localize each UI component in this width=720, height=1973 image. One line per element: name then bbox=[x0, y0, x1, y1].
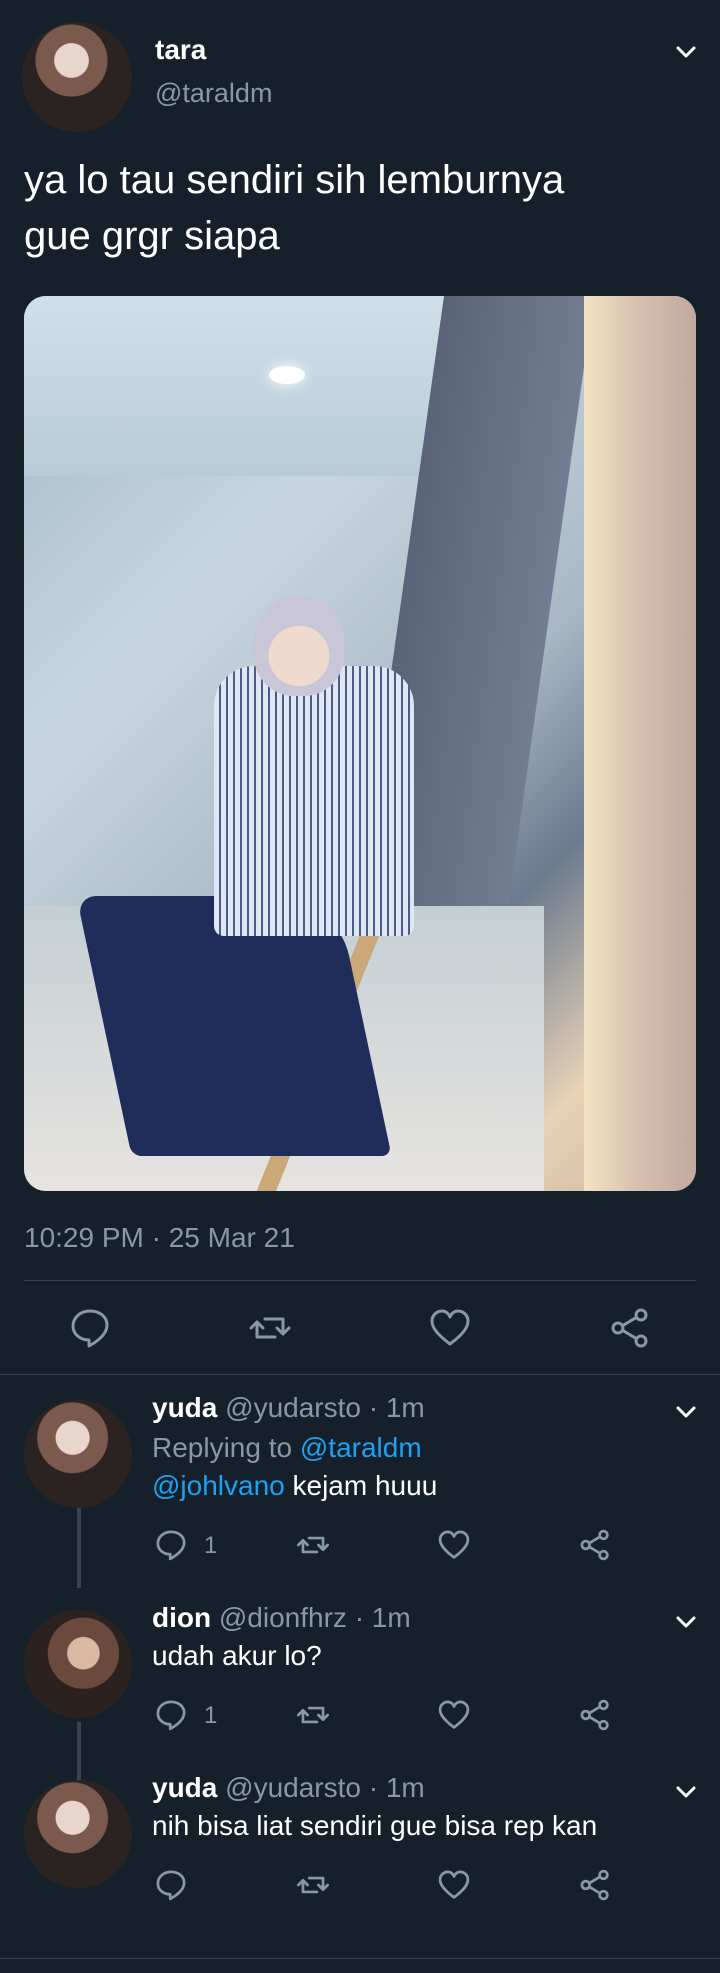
avatar[interactable] bbox=[24, 1400, 132, 1508]
user-handle[interactable]: @taraldm bbox=[155, 78, 272, 109]
tweet-text-line: gue grgr siapa bbox=[24, 214, 280, 258]
chevron-down-icon[interactable] bbox=[672, 1398, 700, 1426]
retweet-icon[interactable] bbox=[248, 1306, 292, 1350]
thread-line bbox=[77, 1722, 81, 1782]
divider bbox=[0, 1374, 720, 1375]
heart-icon[interactable] bbox=[428, 1306, 472, 1350]
heart-icon[interactable] bbox=[437, 1698, 471, 1732]
share-icon[interactable] bbox=[578, 1698, 612, 1732]
display-name[interactable]: yuda bbox=[152, 1392, 217, 1423]
retweet-icon[interactable] bbox=[296, 1698, 330, 1732]
reply-text: @johlvano kejam huuu bbox=[152, 1470, 437, 1502]
share-icon[interactable] bbox=[578, 1528, 612, 1562]
handle-time[interactable]: @dionfhrz · 1m bbox=[219, 1602, 411, 1633]
photo-light bbox=[269, 366, 305, 384]
reply-text-body: kejam huuu bbox=[284, 1470, 438, 1501]
divider bbox=[0, 1958, 720, 1959]
photo-head bbox=[254, 596, 344, 696]
avatar[interactable] bbox=[24, 1610, 132, 1718]
reply-icon[interactable] bbox=[154, 1868, 188, 1902]
handle-time[interactable]: @yudarsto · 1m bbox=[225, 1392, 425, 1423]
retweet-icon[interactable] bbox=[296, 1528, 330, 1562]
tweet-text: ya lo tau sendiri sih lemburnya gue grgr… bbox=[24, 152, 564, 264]
reply-count: 1 bbox=[204, 1702, 218, 1729]
retweet-icon[interactable] bbox=[296, 1868, 330, 1902]
tweet-photo[interactable] bbox=[24, 296, 696, 1191]
heart-icon[interactable] bbox=[437, 1528, 471, 1562]
reply-text: nih bisa liat sendiri gue bisa rep kan bbox=[152, 1810, 598, 1841]
replying-label: Replying to bbox=[152, 1432, 300, 1463]
reply-header: dion @dionfhrz · 1m bbox=[152, 1602, 411, 1634]
chevron-down-icon[interactable] bbox=[672, 38, 700, 66]
reply-icon[interactable] bbox=[154, 1528, 188, 1562]
reply-count: 1 bbox=[204, 1532, 218, 1559]
divider bbox=[24, 1280, 696, 1281]
chevron-down-icon[interactable] bbox=[672, 1608, 700, 1636]
photo-wall-lit bbox=[584, 296, 696, 1191]
display-name[interactable]: yuda bbox=[152, 1772, 217, 1803]
reply-text: udah akur lo? bbox=[152, 1640, 322, 1671]
share-icon[interactable] bbox=[578, 1868, 612, 1902]
heart-icon[interactable] bbox=[437, 1868, 471, 1902]
avatar[interactable] bbox=[22, 22, 132, 132]
tweet-text-line: ya lo tau sendiri sih lemburnya bbox=[24, 158, 565, 202]
avatar[interactable] bbox=[24, 1780, 132, 1888]
reply-header: yuda @yudarsto · 1m bbox=[152, 1772, 425, 1804]
reply-icon[interactable] bbox=[154, 1698, 188, 1732]
handle-time[interactable]: @yudarsto · 1m bbox=[225, 1772, 425, 1803]
display-name[interactable]: dion bbox=[152, 1602, 211, 1633]
photo-person bbox=[214, 666, 414, 936]
replying-to: Replying to @taraldm bbox=[152, 1432, 422, 1464]
mention-link[interactable]: @johlvano bbox=[152, 1470, 285, 1501]
share-icon[interactable] bbox=[608, 1306, 652, 1350]
reply-icon[interactable] bbox=[68, 1306, 112, 1350]
reply-header: yuda @yudarsto · 1m bbox=[152, 1392, 425, 1424]
tweet-timestamp[interactable]: 10:29 PM · 25 Mar 21 bbox=[24, 1222, 295, 1254]
thread-line bbox=[77, 1508, 81, 1588]
display-name[interactable]: tara bbox=[155, 34, 206, 66]
chevron-down-icon[interactable] bbox=[672, 1778, 700, 1806]
mention-link[interactable]: @taraldm bbox=[300, 1432, 422, 1463]
